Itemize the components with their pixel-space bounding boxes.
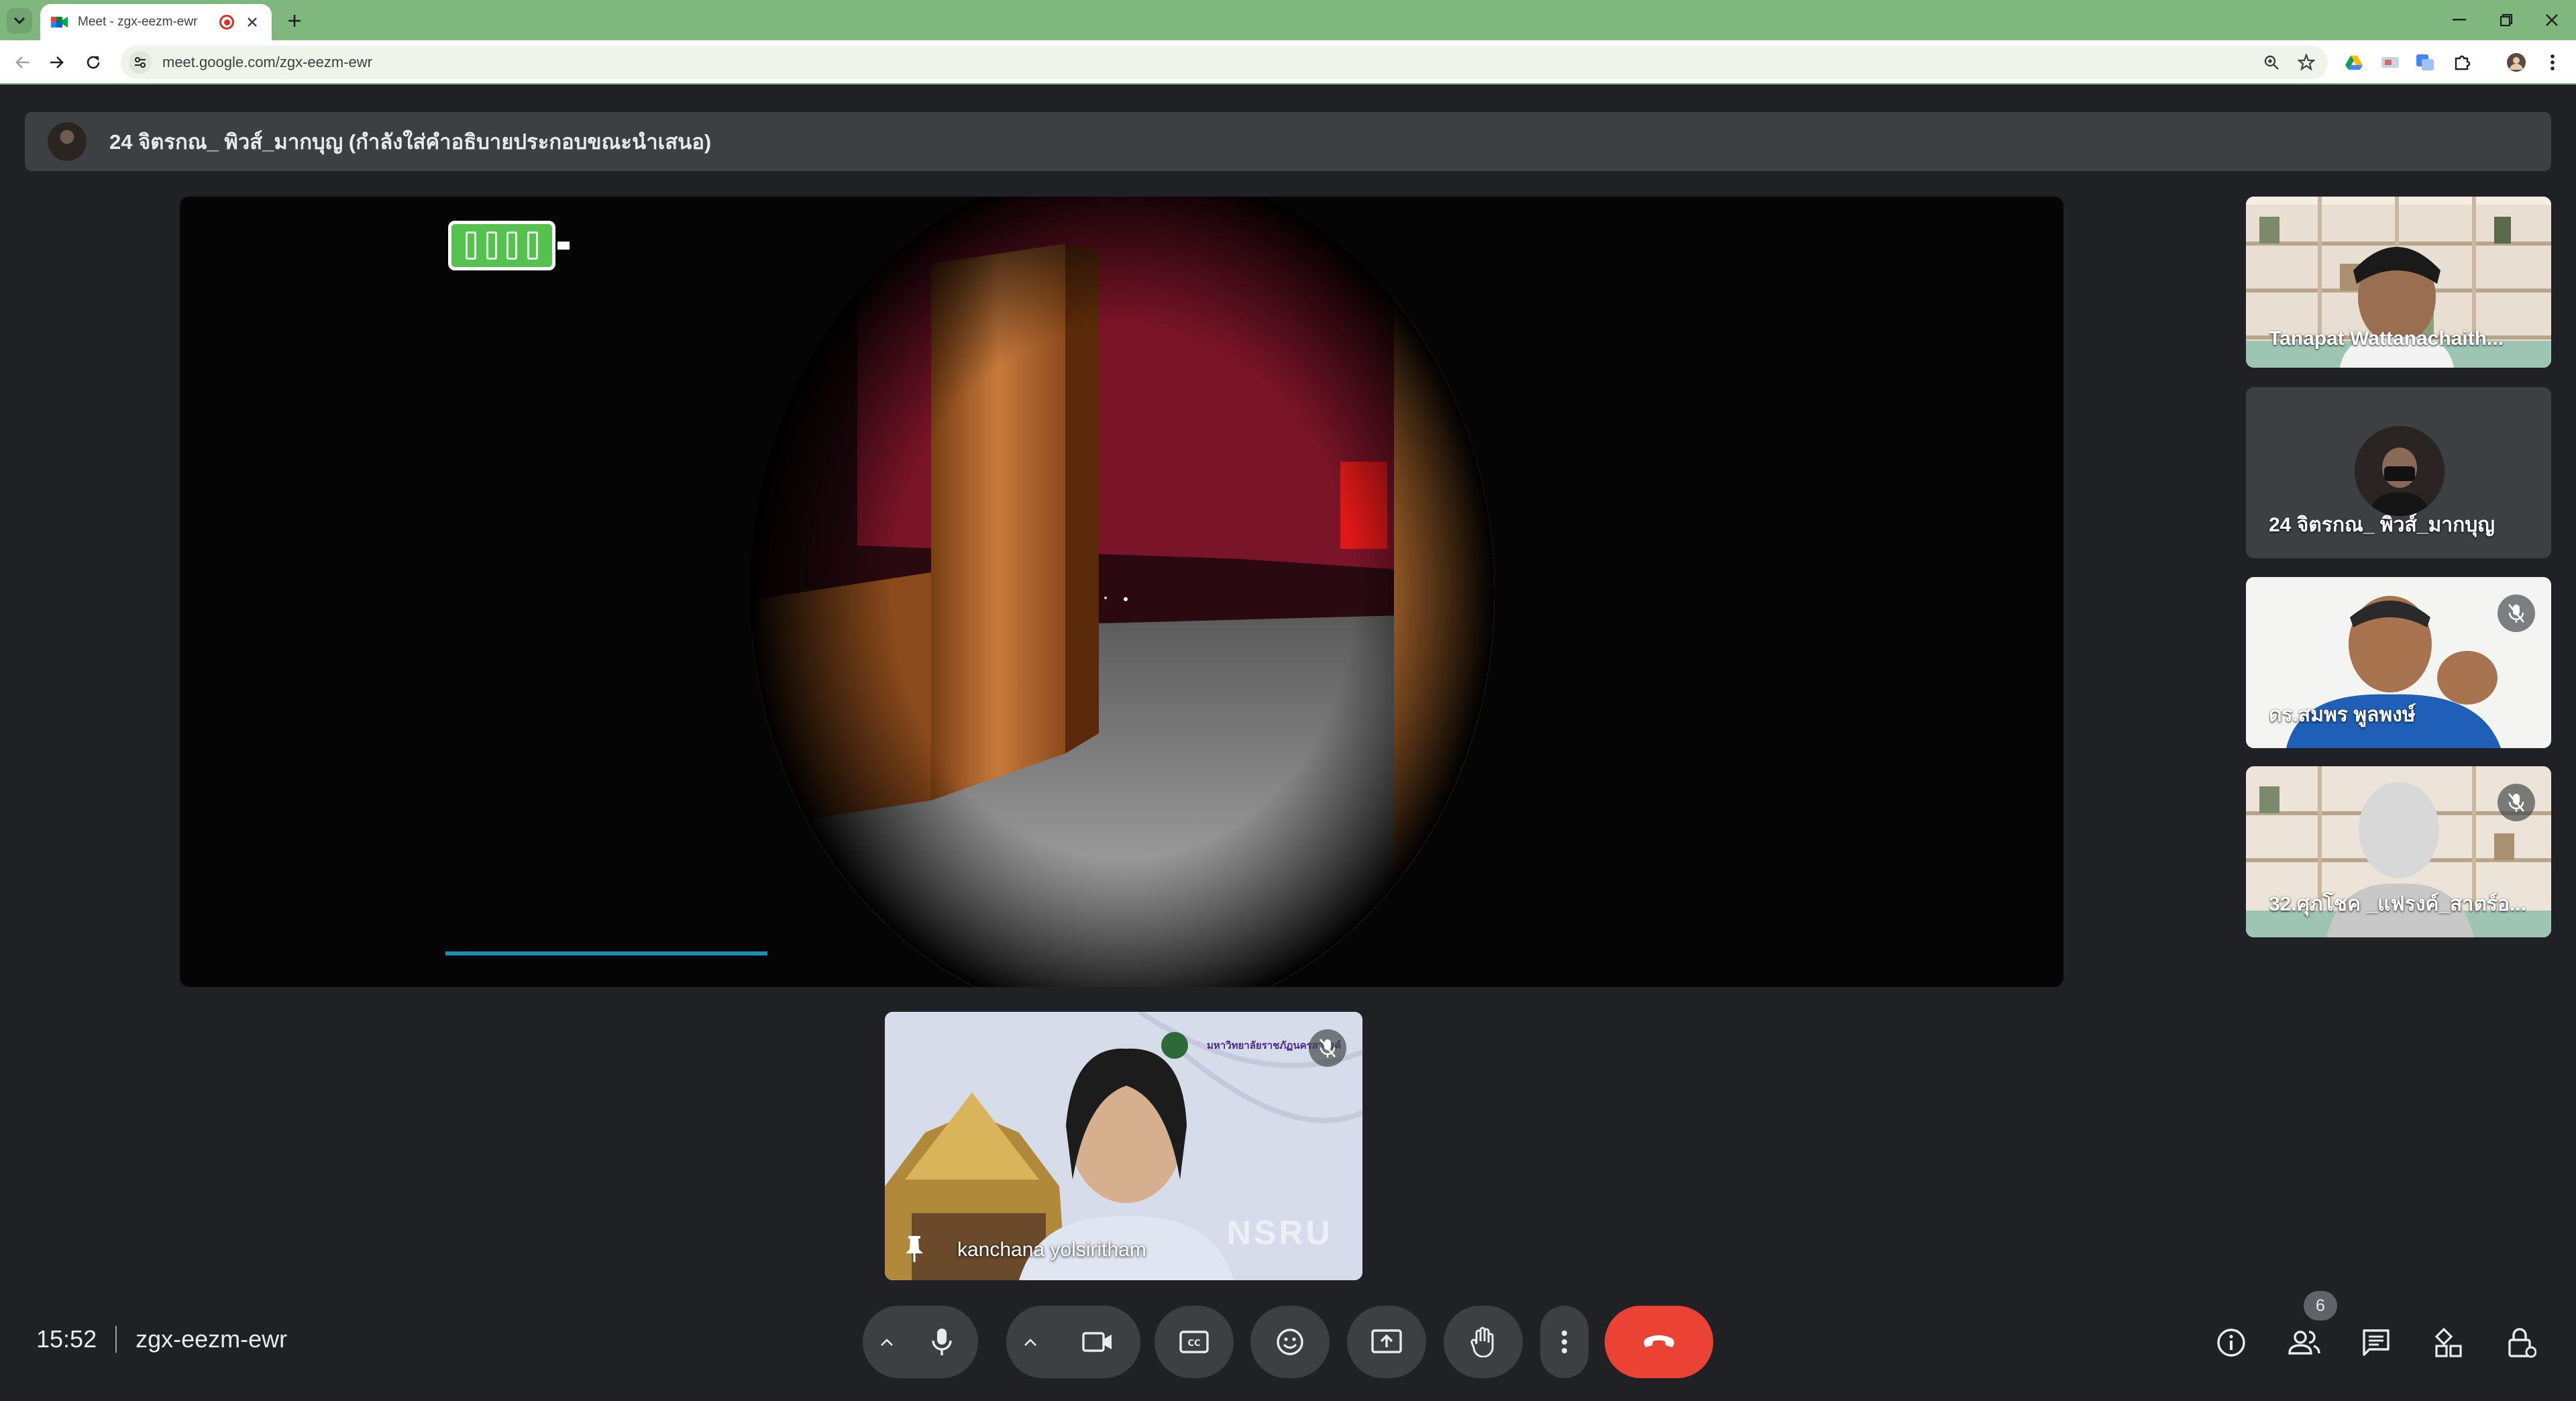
divider <box>115 1326 117 1353</box>
restore-icon <box>2500 13 2513 27</box>
restore-button[interactable] <box>2486 0 2526 40</box>
meeting-code: zgx-eezm-ewr <box>136 1325 288 1353</box>
activities-button[interactable] <box>2423 1316 2475 1369</box>
more-options-button[interactable] <box>1540 1306 1589 1378</box>
clock-time: 15:52 <box>36 1325 97 1353</box>
extension-icon[interactable] <box>2377 50 2403 75</box>
people-count-badge: 6 <box>2304 1291 2337 1320</box>
muted-mic-icon <box>1309 1029 1346 1067</box>
zoom-icon[interactable] <box>2258 49 2285 76</box>
present-button[interactable] <box>1347 1306 1426 1378</box>
minimize-icon <box>2453 19 2466 21</box>
chevron-up-icon <box>1024 1339 1036 1346</box>
microphone-button[interactable] <box>906 1306 978 1378</box>
close-icon[interactable] <box>244 13 261 31</box>
puzzle-icon[interactable] <box>2450 50 2475 75</box>
svg-text:CC: CC <box>1187 1339 1200 1349</box>
end-call-icon <box>1644 1335 1674 1347</box>
presentation-banner-text: 24 จิตรกณ_ พิวส์_มากบุญ (กำลังใส่คำอธิบา… <box>109 130 712 154</box>
people-button[interactable] <box>2278 1316 2330 1369</box>
chevron-down-icon <box>13 17 25 25</box>
host-controls-button[interactable] <box>2496 1316 2548 1369</box>
participant-name: ดร.สมพร พูลพงษ์ <box>2269 704 2416 726</box>
close-window-icon <box>2546 14 2558 26</box>
tab-strip: Meet - zgx-eezm-ewr <box>0 0 2576 40</box>
stamina-bar <box>445 951 767 955</box>
plus-icon <box>288 15 301 27</box>
browser-toolbar: meet.google.com/zgx-eezm-ewr <box>0 40 2576 85</box>
participant-name: 32.ศุภโชค _แฟรงค์_สาตร์อ... <box>2269 893 2526 915</box>
new-tab-button[interactable] <box>282 8 307 34</box>
participant-tile[interactable]: ดร.สมพร พูลพงษ์ <box>2246 577 2551 748</box>
reload-button[interactable] <box>80 50 106 75</box>
participant-avatar <box>2355 426 2445 516</box>
raise-hand-button[interactable] <box>1444 1306 1523 1378</box>
shared-game-scene <box>180 197 2063 987</box>
forward-button[interactable] <box>44 50 70 75</box>
meeting-details-button[interactable] <box>2205 1316 2257 1369</box>
chat-button[interactable] <box>2350 1316 2402 1369</box>
camera-button[interactable] <box>1055 1306 1140 1378</box>
browser-tab[interactable]: Meet - zgx-eezm-ewr <box>40 4 272 40</box>
more-vert-icon[interactable] <box>2540 50 2565 75</box>
camera-control-group <box>1006 1306 1140 1378</box>
host-controls-icon <box>2508 1328 2536 1358</box>
captions-icon: CC <box>1179 1331 1209 1353</box>
presentation-banner: 24 จิตรกณ_ พิวส์_มากบุญ (กำลังใส่คำอธิบา… <box>25 112 2551 171</box>
google-meet-favicon <box>51 13 68 31</box>
recording-icon <box>219 15 234 30</box>
participant-name: Tanapat Wattanachaith... <box>2269 327 2504 350</box>
info-icon <box>2217 1329 2245 1357</box>
nsru-watermark: NSRU <box>1227 1214 1333 1251</box>
emoji-icon <box>1277 1329 1303 1355</box>
close-window-button[interactable] <box>2532 0 2572 40</box>
more-options-icon <box>1562 1331 1567 1353</box>
camera-icon <box>1082 1332 1112 1352</box>
back-button[interactable] <box>9 50 35 75</box>
tab-search-button[interactable] <box>7 8 32 34</box>
participant-tile[interactable]: Tanapat Wattanachaith... <box>2246 197 2551 368</box>
back-icon <box>15 56 29 68</box>
minimize-button[interactable] <box>2439 0 2479 40</box>
participant-tile[interactable]: 32.ศุภโชค _แฟรงค์_สาตร์อ... <box>2246 766 2551 937</box>
muted-mic-icon <box>2498 784 2535 821</box>
mic-control-group <box>863 1306 978 1378</box>
activities-icon <box>2434 1327 2462 1357</box>
participant-name: 24 จิตรกณ_ พิวส์_มากบุญ <box>2269 514 2495 536</box>
people-icon <box>2288 1331 2320 1355</box>
participant-tile[interactable]: 24 จิตรกณ_ พิวส์_มากบุญ <box>2246 387 2551 558</box>
pinned-participant-tile[interactable]: มหาวิทยาลัยราชภัฏนครสวรรค์ NSRU kanchana… <box>885 1012 1362 1280</box>
presenter-avatar <box>48 122 87 161</box>
google-drive-icon[interactable] <box>2341 50 2367 75</box>
url-text: meet.google.com/zgx-eezm-ewr <box>162 54 373 70</box>
site-info-icon[interactable] <box>129 51 152 74</box>
meeting-details: 15:52 zgx-eezm-ewr <box>36 1325 287 1353</box>
chevron-up-icon <box>881 1339 893 1346</box>
raise-hand-icon <box>1470 1327 1494 1357</box>
captions-button[interactable]: CC <box>1155 1306 1234 1378</box>
tab-title: Meet - zgx-eezm-ewr <box>78 15 198 29</box>
translate-extension-icon[interactable] <box>2412 50 2438 75</box>
battery-icon <box>448 221 570 270</box>
video-settings-chevron[interactable] <box>1012 1306 1049 1378</box>
chat-icon <box>2363 1329 2390 1356</box>
audio-settings-chevron[interactable] <box>868 1306 906 1378</box>
presented-screen[interactable] <box>180 197 2063 987</box>
pin-icon[interactable] <box>901 1232 928 1265</box>
forward-icon <box>50 56 64 68</box>
present-icon <box>1371 1329 1402 1353</box>
meet-window: Meet - zgx-eezm-ewr meet.google.com/zgx-… <box>0 0 2576 1401</box>
address-bar[interactable]: meet.google.com/zgx-eezm-ewr <box>121 46 2328 79</box>
reactions-button[interactable] <box>1250 1306 1330 1378</box>
mic-icon <box>932 1329 952 1355</box>
end-call-button[interactable] <box>1605 1306 1713 1378</box>
muted-mic-icon <box>2498 594 2535 632</box>
reload-icon <box>87 56 100 69</box>
pinned-participant-name: kanchana yolsiritham <box>957 1239 1146 1261</box>
bookmark-star-icon[interactable] <box>2293 49 2320 76</box>
profile-icon[interactable] <box>2504 50 2529 75</box>
